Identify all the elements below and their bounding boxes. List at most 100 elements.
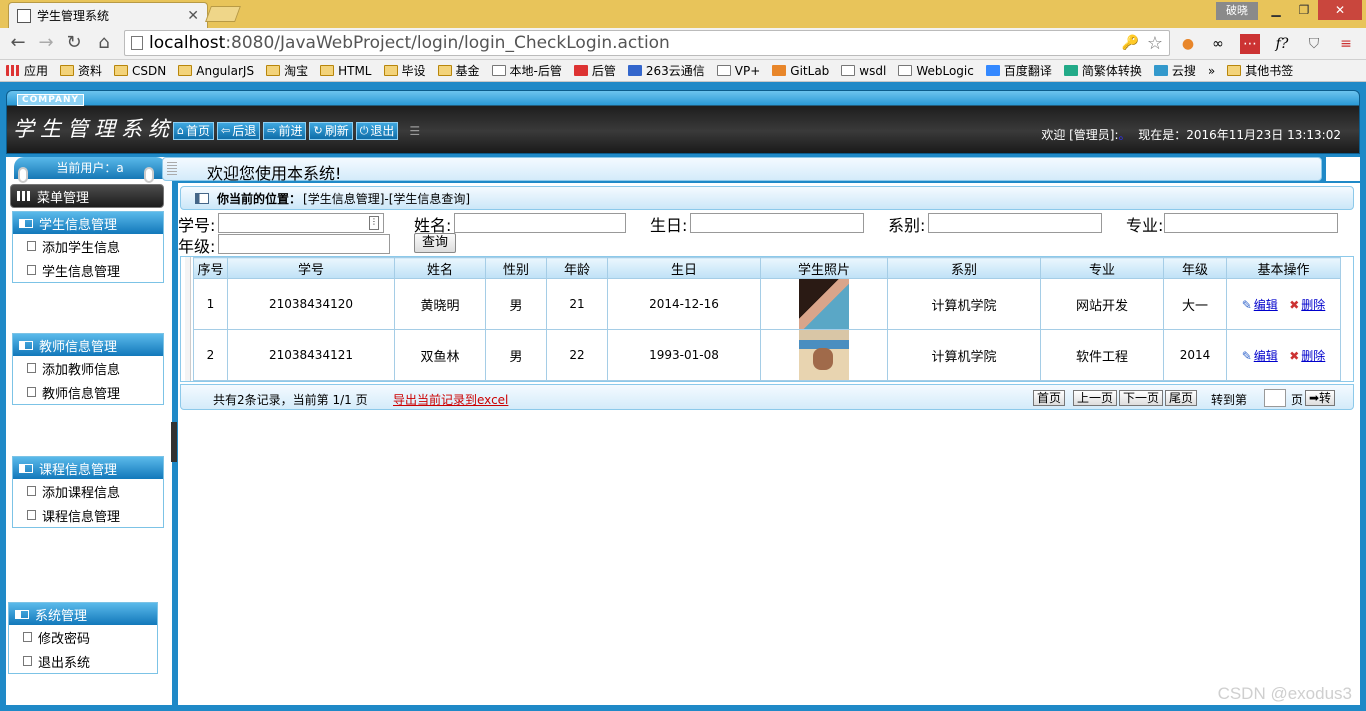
delete-link[interactable]: 删除 [1301,349,1325,363]
major-input[interactable] [1164,213,1338,233]
reload-icon[interactable]: ↻ [62,32,86,53]
bookmark-item[interactable]: AngularJS [178,64,254,78]
refresh-button[interactable]: ↻ 刷新 [309,122,353,140]
col-header[interactable]: 系别 [887,257,1041,279]
bookmark-item[interactable]: wsdl [841,64,886,78]
extension-f-icon[interactable]: f? [1272,34,1292,54]
key-icon[interactable]: 🔑 [1122,35,1139,51]
menu-item-manage-student[interactable]: 学生信息管理 [13,258,163,282]
student-id-input[interactable]: ⋮ [218,213,384,233]
go-button[interactable]: ➡转 [1305,390,1336,406]
home-button[interactable]: ⌂ 首页 [173,122,214,140]
profile-badge[interactable]: 破晓 [1216,2,1258,20]
prev-page-button[interactable]: 上一页 [1073,390,1118,406]
page-icon [23,656,32,666]
bookmark-item[interactable]: VP+ [716,64,760,78]
bookmark-star-icon[interactable]: ☆ [1147,33,1163,54]
bookmark-item[interactable]: 263云通信 [627,62,705,79]
browser-tab[interactable]: 学生管理系统 ✕ [8,2,208,28]
autofill-icon[interactable]: ⋮ [369,216,379,230]
bookmark-item[interactable]: HTML [320,64,372,78]
maximize-button[interactable]: ❐ [1290,0,1318,20]
edit-link[interactable]: 编辑 [1254,298,1278,312]
col-header[interactable]: 序号 [193,257,228,279]
extension-link-icon[interactable]: ∞ [1208,34,1228,54]
folder-icon [320,65,335,76]
bookmark-item[interactable]: 后管 [573,62,616,79]
new-tab-button[interactable] [205,6,241,22]
back-icon[interactable]: ← [6,32,30,53]
col-header[interactable]: 年级 [1163,257,1227,279]
col-header[interactable]: 年龄 [546,257,608,279]
department-input[interactable] [928,213,1102,233]
bookmarks-overflow[interactable]: » [1208,64,1215,78]
delete-link[interactable]: 删除 [1301,298,1325,312]
menu-group-header[interactable]: 学生信息管理 [13,212,163,234]
query-button[interactable]: 查询 [414,233,456,253]
menu-item-add-student[interactable]: 添加学生信息 [13,234,163,258]
export-excel-link[interactable]: 导出当前记录到excel [393,391,508,408]
bookmark-item[interactable]: 其他书签 [1227,62,1293,79]
first-page-button[interactable]: 首页 [1033,390,1066,406]
col-header[interactable]: 生日 [607,257,761,279]
menu-group-header[interactable]: 系统管理 [9,603,157,625]
bookmark-item[interactable]: 毕设 [383,62,426,79]
menu-group-header[interactable]: 课程信息管理 [13,457,163,479]
bookmark-item[interactable]: 云搜 [1153,62,1196,79]
bookmark-item[interactable]: 百度翻译 [985,62,1052,79]
bookmark-item[interactable]: 基金 [437,62,480,79]
menu-item-add-course[interactable]: 添加课程信息 [13,479,163,503]
extension-dots-icon[interactable]: ⋯ [1240,34,1260,54]
list-icon[interactable]: ☰ [409,122,420,140]
site-icon [491,65,506,76]
back-button[interactable]: ⇦ 后退 [217,122,261,140]
chrome-menu-icon[interactable]: ≡ [1336,34,1356,54]
cell-grade: 2014 [1163,329,1227,381]
forward-button[interactable]: ⇨ 前进 [263,122,307,140]
cell-gender: 男 [485,329,547,381]
window-close-button[interactable]: ✕ [1318,0,1362,20]
bookmark-item[interactable]: WebLogic [898,64,974,78]
logout-button[interactable]: ⏻ 退出 [355,122,399,140]
sidebar-toggle[interactable] [171,422,177,462]
grade-input[interactable] [218,234,390,254]
menu-item-add-teacher[interactable]: 添加教师信息 [13,356,163,380]
next-page-button[interactable]: 下一页 [1119,390,1164,406]
col-header[interactable]: 学生照片 [760,257,888,279]
arrow-right-icon: ⇨ [267,124,277,137]
minimize-button[interactable]: ▁ [1262,0,1290,20]
page-number-input[interactable] [1264,389,1286,407]
menu-item-manage-course[interactable]: 课程信息管理 [13,503,163,527]
menu-item-logout[interactable]: 退出系统 [9,649,157,673]
forward-icon[interactable]: → [34,32,58,53]
student-photo[interactable] [799,279,849,329]
home-icon[interactable]: ⌂ [92,32,116,53]
bookmark-item[interactable]: 应用 [6,62,48,79]
edit-link[interactable]: 编辑 [1254,349,1278,363]
bookmark-item[interactable]: 简繁体转换 [1063,62,1142,79]
menu-item-change-password[interactable]: 修改密码 [9,625,157,649]
col-header[interactable]: 专业 [1040,257,1164,279]
bookmark-item[interactable]: 淘宝 [266,62,308,79]
tab-close-icon[interactable]: ✕ [187,8,199,24]
bookmark-item[interactable]: CSDN [114,64,166,78]
col-header[interactable]: 性别 [485,257,547,279]
bookmark-item[interactable]: 本地-后管 [491,62,562,79]
bookmark-item[interactable]: 资料 [60,62,102,79]
menu-item-manage-teacher[interactable]: 教师信息管理 [13,380,163,404]
student-photo[interactable] [799,330,849,380]
extension-shield-icon[interactable]: ⛉ [1304,34,1324,54]
group-icon [19,463,33,473]
name-input[interactable] [454,213,626,233]
last-page-button[interactable]: 尾页 [1165,390,1198,406]
menu-group-header[interactable]: 教师信息管理 [13,334,163,356]
col-header[interactable]: 学号 [227,257,395,279]
birthday-input[interactable] [690,213,864,233]
col-header[interactable]: 姓名 [394,257,486,279]
delete-x-icon: ✖ [1289,348,1300,363]
extension-flame-icon[interactable]: ● [1178,34,1198,54]
address-bar[interactable]: localhost:8080/JavaWebProject/login/logi… [124,30,1170,56]
menu-header[interactable]: 菜单管理 [10,184,164,208]
col-header[interactable]: 基本操作 [1226,257,1341,279]
bookmark-item[interactable]: GitLab [772,64,829,78]
